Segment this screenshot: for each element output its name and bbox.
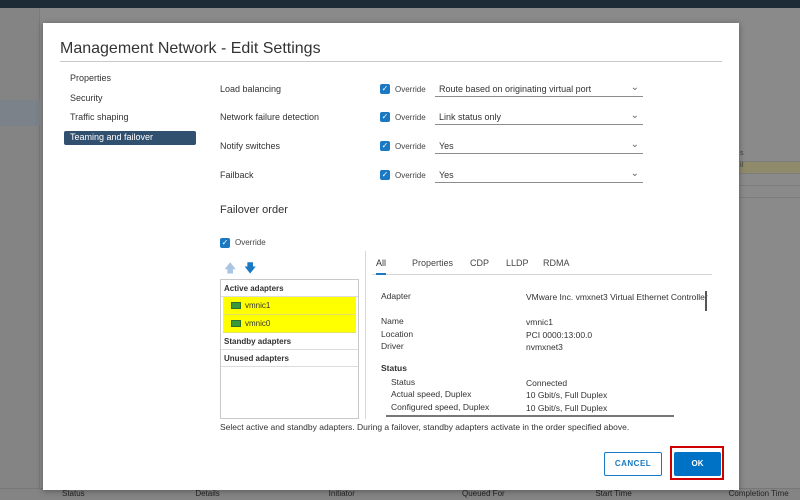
- cancel-button[interactable]: CANCEL: [604, 452, 662, 476]
- adapter-name: vmnic1: [245, 301, 271, 310]
- nav-traffic-shaping[interactable]: Traffic shaping: [64, 108, 196, 128]
- failover-order-title: Failover order: [220, 204, 288, 216]
- edit-settings-dialog: Management Network - Edit Settings Prope…: [43, 23, 739, 490]
- app-right-row: il: [738, 162, 800, 174]
- detail-value: vmnic1: [526, 317, 553, 327]
- app-right-panel: s il: [738, 150, 800, 210]
- detail-value: VMware Inc. vmxnet3 Virtual Ethernet Con…: [526, 292, 708, 302]
- failover-hint-text: Select active and standby adapters. Duri…: [220, 422, 630, 432]
- ok-button[interactable]: OK: [674, 452, 721, 476]
- col-completion-time: Completion Time: [728, 489, 789, 498]
- adapter-detail-tabs: All Properties CDP LLDP RDMA: [372, 255, 712, 275]
- notify-switches-label: Notify switches: [220, 141, 281, 151]
- notify-switches-override-label: Override: [395, 142, 426, 151]
- title-divider: [60, 61, 722, 62]
- network-adapter-icon: [231, 302, 241, 309]
- detail-key: Location: [381, 329, 414, 339]
- detail-key: Name: [381, 316, 404, 326]
- failback-row: Failback ✓ Override Yes ⌄: [220, 167, 690, 185]
- app-right-row: [738, 186, 800, 198]
- failback-value: Yes: [439, 170, 454, 180]
- failure-detection-select[interactable]: Link status only ⌄: [435, 109, 643, 125]
- notify-switches-select[interactable]: Yes ⌄: [435, 138, 643, 154]
- load-balancing-override-checkbox[interactable]: ✓: [380, 84, 390, 94]
- nav-teaming-and-failover[interactable]: Teaming and failover: [64, 130, 196, 145]
- notify-switches-override-checkbox[interactable]: ✓: [380, 141, 390, 151]
- failure-detection-override-checkbox[interactable]: ✓: [380, 112, 390, 122]
- tab-rdma[interactable]: RDMA: [543, 258, 570, 268]
- notify-switches-row: Notify switches ✓ Override Yes ⌄: [220, 138, 690, 156]
- col-status: Status: [62, 489, 85, 498]
- failure-detection-value: Link status only: [439, 112, 502, 122]
- app-header-bar: [0, 0, 800, 8]
- failure-detection-row: Network failure detection ✓ Override Lin…: [220, 109, 690, 127]
- network-adapter-icon: [231, 320, 241, 327]
- settings-nav: Properties Security Traffic shaping Team…: [64, 69, 196, 145]
- adapter-item-vmnic1[interactable]: vmnic1: [223, 297, 356, 315]
- failure-detection-override-label: Override: [395, 113, 426, 122]
- detail-value: PCI 0000:13:00.0: [526, 330, 593, 340]
- load-balancing-row: Load balancing ✓ Override Route based on…: [220, 81, 690, 99]
- adapter-list: Active adapters vmnic1 vmnic0 Standby ad…: [220, 279, 359, 419]
- detail-key: Actual speed, Duplex: [391, 389, 472, 399]
- col-start-time: Start Time: [595, 489, 632, 498]
- col-queued-for: Queued For: [461, 489, 505, 498]
- nav-security[interactable]: Security: [64, 89, 196, 109]
- load-balancing-label: Load balancing: [220, 84, 282, 94]
- failover-override-label: Override: [235, 238, 266, 247]
- col-initiator: Initiator: [328, 489, 355, 498]
- tab-cdp[interactable]: CDP: [470, 258, 489, 268]
- unused-adapters-header: Unused adapters: [221, 350, 358, 367]
- chevron-down-icon: ⌄: [630, 139, 639, 150]
- app-right-row: [738, 174, 800, 186]
- adapter-name: vmnic0: [245, 319, 271, 328]
- panel-divider: [365, 251, 366, 419]
- adapter-item-vmnic0[interactable]: vmnic0: [223, 315, 356, 333]
- app-left-nav-selected: [0, 100, 40, 126]
- load-balancing-value: Route based on originating virtual port: [439, 84, 592, 94]
- move-up-arrow-icon[interactable]: 🡅: [224, 262, 236, 274]
- detail-key: Adapter: [381, 291, 411, 301]
- tab-all[interactable]: All: [376, 258, 387, 275]
- detail-key: Driver: [381, 341, 404, 351]
- failback-label: Failback: [220, 170, 254, 180]
- load-balancing-override-label: Override: [395, 85, 426, 94]
- nav-properties[interactable]: Properties: [64, 69, 196, 89]
- chevron-down-icon: ⌄: [630, 110, 639, 121]
- active-adapters-header: Active adapters: [221, 280, 358, 297]
- failback-select[interactable]: Yes ⌄: [435, 167, 643, 183]
- col-details: Details: [195, 489, 220, 498]
- tab-properties[interactable]: Properties: [412, 258, 453, 268]
- notify-switches-value: Yes: [439, 141, 454, 151]
- detail-status-heading: Status: [381, 363, 407, 373]
- chevron-down-icon: ⌄: [630, 82, 639, 93]
- dialog-title: Management Network - Edit Settings: [60, 40, 321, 57]
- standby-adapters-header: Standby adapters: [221, 333, 358, 350]
- detail-value: 10 Gbit/s, Full Duplex: [526, 403, 608, 413]
- move-down-arrow-icon[interactable]: 🡇: [244, 262, 256, 274]
- failover-override-checkbox[interactable]: ✓: [220, 238, 230, 248]
- app-left-nav: [0, 8, 40, 500]
- load-balancing-select[interactable]: Route based on originating virtual port …: [435, 81, 643, 97]
- chevron-down-icon: ⌄: [630, 168, 639, 179]
- app-right-row: s: [738, 150, 800, 162]
- detail-key: Status: [391, 377, 416, 387]
- details-bottom-edge: [386, 415, 674, 417]
- detail-key: Configured speed, Duplex: [391, 402, 490, 412]
- detail-value: Connected: [526, 378, 568, 388]
- failback-override-label: Override: [395, 171, 426, 180]
- detail-value: nvmxnet3: [526, 342, 563, 352]
- adapter-details: Adapter VMware Inc. vmxnet3 Virtual Ethe…: [381, 289, 711, 415]
- details-scrollbar[interactable]: [705, 291, 707, 311]
- tab-lldp[interactable]: LLDP: [506, 258, 529, 268]
- detail-value: 10 Gbit/s, Full Duplex: [526, 390, 608, 400]
- failback-override-checkbox[interactable]: ✓: [380, 170, 390, 180]
- failure-detection-label: Network failure detection: [220, 112, 320, 122]
